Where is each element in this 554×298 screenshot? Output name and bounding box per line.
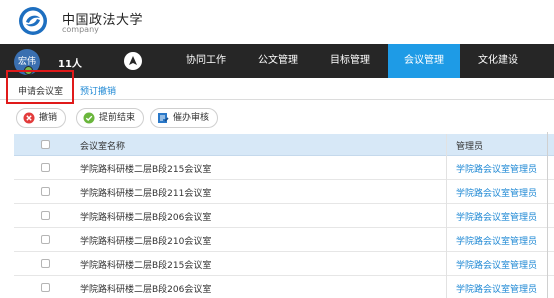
nav-item-collaboration[interactable]: 协同工作	[170, 44, 242, 78]
table-row[interactable]: 学院路科研楼二层B段215会议室 学院路会议室管理员	[14, 156, 554, 180]
admin-link[interactable]: 学院路会议室管理员	[456, 210, 537, 223]
room-name-cell: 学院路科研楼二层B段206会议室	[80, 285, 212, 295]
row-checkbox[interactable]	[41, 283, 50, 292]
column-divider	[446, 134, 447, 298]
urge-review-button[interactable]: 催办审核	[150, 108, 219, 128]
tab-cancel-booking[interactable]: 预订撤销	[80, 84, 116, 97]
table-row[interactable]: 学院路科研楼二层B段210会议室 学院路会议室管理员	[14, 228, 554, 252]
room-name-cell: 学院路科研楼二层B段206会议室	[80, 213, 212, 223]
column-header-admin[interactable]: 管理员	[456, 139, 483, 152]
brand-subtitle: company	[62, 25, 99, 34]
check-icon	[83, 112, 95, 124]
admin-link[interactable]: 学院路会议室管理员	[456, 282, 537, 295]
table-row[interactable]: 学院路科研楼二层B段211会议室 学院路会议室管理员	[14, 180, 554, 204]
table-header: 会议室名称 管理员	[14, 134, 554, 156]
sub-tabs: 申请会议室 预订撤销	[0, 78, 554, 100]
row-checkbox[interactable]	[41, 259, 50, 268]
user-count[interactable]: 11人	[58, 55, 82, 70]
column-header-room-name[interactable]: 会议室名称	[80, 139, 125, 152]
admin-link[interactable]: 学院路会议室管理员	[456, 186, 537, 199]
room-name-cell: 学院路科研楼二层B段211会议室	[80, 189, 212, 199]
nav-item-documents[interactable]: 公文管理	[242, 44, 314, 78]
toolbar: 撤销 提前结束 催办审核	[0, 104, 554, 132]
row-checkbox[interactable]	[41, 211, 50, 220]
admin-link[interactable]: 学院路会议室管理员	[456, 162, 537, 175]
university-logo-icon	[19, 7, 47, 35]
table-row[interactable]: 学院路科研楼二层B段206会议室 学院路会议室管理员	[14, 276, 554, 298]
select-all-checkbox[interactable]	[41, 140, 50, 149]
urge-review-button-label: 催办审核	[173, 113, 210, 123]
table-row[interactable]: 学院路科研楼二层B段206会议室 学院路会议室管理员	[14, 204, 554, 228]
room-name-cell: 学院路科研楼二层B段210会议室	[80, 237, 212, 247]
cancel-icon	[23, 112, 35, 124]
room-name-cell: 学院路科研楼二层B段215会议室	[80, 261, 212, 271]
navigation-icon[interactable]	[124, 52, 142, 70]
edit-document-icon	[158, 113, 169, 123]
nav-item-culture[interactable]: 文化建设	[462, 44, 534, 78]
header: 中国政法大学 company	[0, 0, 554, 44]
row-checkbox[interactable]	[41, 235, 50, 244]
table-row[interactable]: 学院路科研楼二层B段215会议室 学院路会议室管理员	[14, 252, 554, 276]
row-checkbox[interactable]	[41, 163, 50, 172]
row-checkbox[interactable]	[41, 187, 50, 196]
admin-link[interactable]: 学院路会议室管理员	[456, 234, 537, 247]
top-nav: 宏伟 11人 协同工作 公文管理 目标管理 会议管理 文化建设	[0, 44, 554, 78]
nav-item-meetings[interactable]: 会议管理	[388, 44, 460, 78]
nav-item-goals[interactable]: 目标管理	[314, 44, 386, 78]
finish-early-button-label: 提前结束	[99, 113, 136, 123]
revoke-button-label: 撤销	[39, 113, 58, 123]
room-name-cell: 学院路科研楼二层B段215会议室	[80, 165, 212, 175]
finish-early-button[interactable]: 提前结束	[76, 108, 145, 128]
revoke-button[interactable]: 撤销	[16, 108, 67, 128]
admin-link[interactable]: 学院路会议室管理员	[456, 258, 537, 271]
scrollbar-edge	[547, 132, 548, 298]
highlight-annotation-box	[6, 70, 74, 104]
